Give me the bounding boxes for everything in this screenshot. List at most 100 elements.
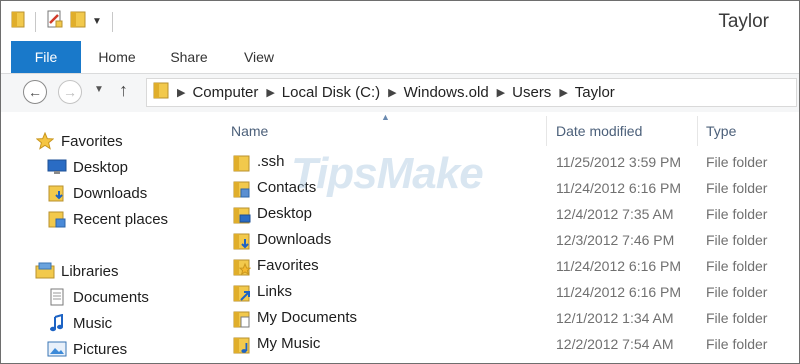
window-title: Taylor [718, 11, 769, 32]
toolbar-separator [35, 11, 36, 32]
breadcrumb-separator-icon[interactable]: ▶ [388, 86, 396, 99]
nav-documents-label: Documents [73, 288, 149, 306]
column-header-date-modified[interactable]: Date modified [556, 112, 699, 150]
file-row[interactable]: My Documents 12/1/2012 1:34 AM File folder [213, 306, 799, 332]
nav-libraries[interactable]: Libraries [35, 259, 119, 283]
breadcrumb-users[interactable]: Users [512, 84, 551, 101]
nav-desktop-label: Desktop [73, 158, 129, 176]
libraries-icon [35, 262, 55, 280]
breadcrumb-separator-icon[interactable]: ▶ [266, 86, 274, 99]
nav-music-label: Music [73, 314, 113, 332]
desktop-icon [47, 158, 67, 176]
file-name: Downloads [257, 231, 332, 248]
file-date-modified: 11/24/2012 6:16 PM [556, 284, 682, 300]
quick-access-toolbar: ▼ [11, 9, 117, 34]
file-type: File folder [706, 258, 768, 274]
breadcrumb-separator-icon[interactable]: ▶ [177, 86, 185, 99]
file-row[interactable]: Favorites 11/24/2012 6:16 PM File folder [213, 254, 799, 280]
customize-toolbar-icon[interactable]: ▼ [92, 16, 102, 27]
back-button[interactable]: ← [23, 80, 47, 104]
file-row[interactable]: .ssh 11/25/2012 3:59 PM File folder [213, 150, 799, 176]
downloads-folder-icon [233, 232, 251, 255]
desktop-folder-icon [233, 206, 251, 229]
file-date-modified: 12/3/2012 7:46 PM [556, 232, 675, 248]
column-divider[interactable] [546, 116, 547, 146]
file-type: File folder [706, 310, 768, 326]
file-name: My Music [257, 335, 321, 352]
column-header-type[interactable]: Type [706, 112, 799, 150]
explorer-window: ▼ Taylor File Home Share View ← → ▼ ↑ ▶ … [0, 0, 800, 364]
breadcrumb-computer[interactable]: Computer [192, 84, 258, 101]
file-type: File folder [706, 206, 768, 222]
tab-view[interactable]: View [231, 41, 287, 73]
contacts-folder-icon [233, 180, 251, 203]
nav-recent-places-label: Recent places [73, 210, 169, 228]
downloads-icon [47, 184, 67, 202]
file-type: File folder [706, 232, 768, 248]
column-header-name[interactable]: Name [231, 112, 551, 150]
back-arrow-icon: ← [28, 84, 42, 100]
file-name: .ssh [257, 153, 285, 170]
file-row[interactable]: Desktop 12/4/2012 7:35 AM File folder [213, 202, 799, 228]
toolbar-separator [111, 11, 113, 32]
nav-music[interactable]: Music [47, 311, 112, 335]
file-name: My Documents [257, 309, 358, 326]
star-icon [35, 132, 55, 150]
nav-favorites[interactable]: Favorites [35, 129, 123, 153]
folder-icon [153, 81, 169, 104]
folder-icon [233, 154, 251, 177]
tab-home[interactable]: Home [89, 41, 145, 73]
pictures-icon [47, 340, 67, 358]
title-bar: ▼ Taylor [1, 1, 799, 41]
file-type: File folder [706, 284, 768, 300]
nav-documents[interactable]: Documents [47, 285, 149, 309]
forward-button[interactable]: → [58, 80, 82, 104]
links-folder-icon [233, 284, 251, 307]
nav-downloads[interactable]: Downloads [47, 181, 147, 205]
music-note-icon [47, 314, 67, 332]
tab-file[interactable]: File [11, 41, 81, 73]
file-row[interactable]: Links 11/24/2012 6:16 PM File folder [213, 280, 799, 306]
nav-favorites-label: Favorites [61, 132, 123, 150]
forward-arrow-icon: → [63, 84, 77, 100]
recent-places-icon [47, 210, 67, 228]
nav-libraries-label: Libraries [61, 262, 119, 280]
file-date-modified: 11/24/2012 6:16 PM [556, 258, 682, 274]
breadcrumb-separator-icon[interactable]: ▶ [559, 86, 567, 99]
column-divider[interactable] [697, 116, 698, 146]
nav-desktop[interactable]: Desktop [47, 155, 128, 179]
address-bar[interactable]: ▶ Computer ▶ Local Disk (C:) ▶ Windows.o… [146, 78, 797, 107]
file-name: Contacts [257, 179, 317, 196]
file-type: File folder [706, 180, 768, 196]
new-folder-icon[interactable] [70, 10, 86, 33]
up-arrow-icon[interactable]: ↑ [119, 80, 128, 101]
nav-downloads-label: Downloads [73, 184, 148, 202]
properties-icon[interactable] [46, 9, 64, 34]
recent-locations-dropdown-icon[interactable]: ▼ [94, 84, 104, 95]
favorites-folder-icon [233, 258, 252, 281]
nav-recent-places[interactable]: Recent places [47, 207, 168, 231]
file-date-modified: 11/24/2012 6:16 PM [556, 180, 682, 196]
breadcrumb-taylor[interactable]: Taylor [575, 84, 615, 101]
folder-icon[interactable] [11, 10, 25, 33]
documents-folder-icon [233, 310, 251, 333]
breadcrumb-local-disk[interactable]: Local Disk (C:) [282, 84, 380, 101]
file-row[interactable]: My Music 12/2/2012 7:54 AM File folder [213, 332, 799, 358]
navigation-pane: Favorites Desktop Downloads Recent place… [1, 112, 213, 363]
file-name: Favorites [257, 257, 319, 274]
file-type: File folder [706, 154, 768, 170]
file-date-modified: 12/2/2012 7:54 AM [556, 336, 674, 352]
breadcrumb-windows-old[interactable]: Windows.old [404, 84, 489, 101]
documents-icon [47, 288, 67, 306]
file-date-modified: 12/4/2012 7:35 AM [556, 206, 674, 222]
music-folder-icon [233, 336, 251, 359]
breadcrumb-separator-icon[interactable]: ▶ [497, 86, 505, 99]
file-name: Links [257, 283, 293, 300]
nav-pictures[interactable]: Pictures [47, 337, 127, 361]
navigation-bar: ← → ▼ ↑ ▶ Computer ▶ Local Disk (C:) ▶ W… [1, 74, 799, 112]
tab-share[interactable]: Share [161, 41, 217, 73]
file-row[interactable]: Contacts 11/24/2012 6:16 PM File folder [213, 176, 799, 202]
file-name: Desktop [257, 205, 313, 222]
file-date-modified: 11/25/2012 3:59 PM [556, 154, 682, 170]
file-row[interactable]: Downloads 12/3/2012 7:46 PM File folder [213, 228, 799, 254]
